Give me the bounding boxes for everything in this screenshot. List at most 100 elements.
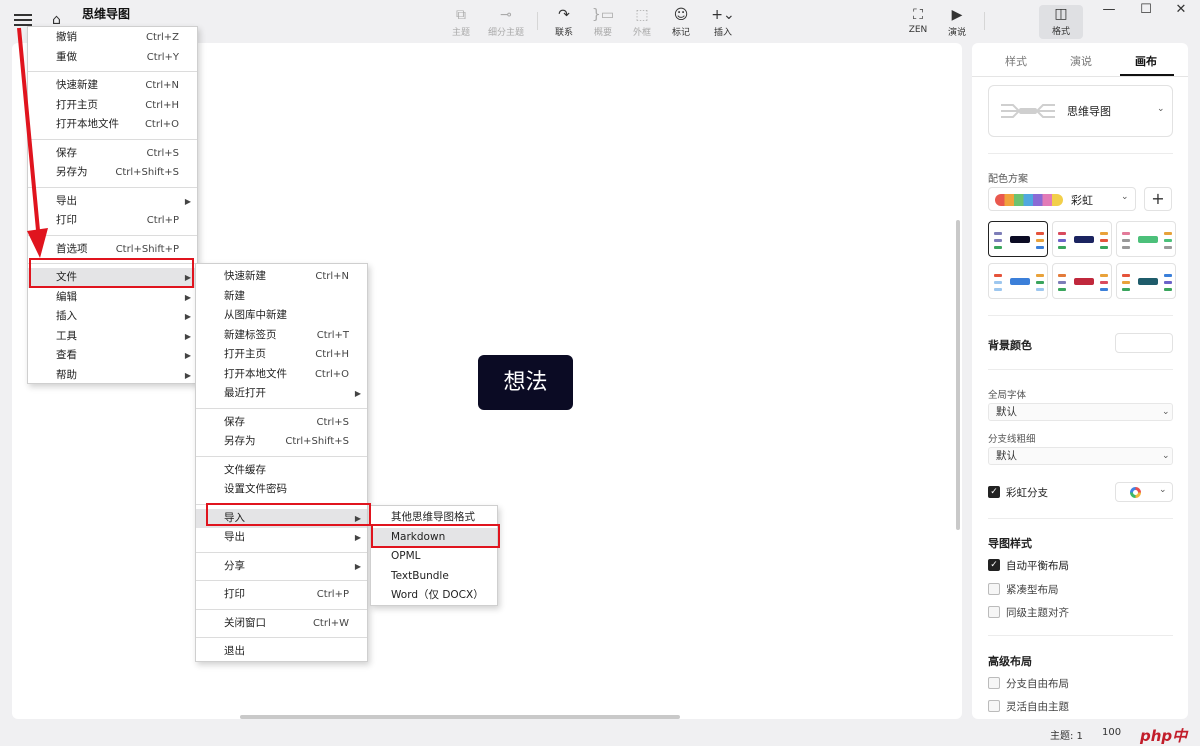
align-topics-checkbox[interactable] <box>988 606 1000 618</box>
menu-item-open-home[interactable]: 打开主页Ctrl+H <box>196 345 367 365</box>
menu-item-save-as[interactable]: 另存为Ctrl+Shift+S <box>28 163 197 183</box>
rainbow-branch-checkbox[interactable]: ✓ <box>988 486 1000 498</box>
menu-item-help[interactable]: 帮助▶ <box>28 366 197 386</box>
central-topic[interactable]: 想法 <box>478 355 573 410</box>
menu-item-save-as[interactable]: 另存为Ctrl+Shift+S <box>196 432 367 452</box>
subtopic-icon: ⊸ <box>484 6 528 24</box>
menu-item-label: 快速新建 <box>224 270 266 282</box>
menu-item-new-tab[interactable]: 新建标签页Ctrl+T <box>196 326 367 346</box>
menu-item-open-home[interactable]: 打开主页Ctrl+H <box>28 96 197 116</box>
menu-item-save[interactable]: 保存Ctrl+S <box>28 144 197 164</box>
fullscreen-icon: ⛶ <box>896 6 940 24</box>
menu-item-open-local[interactable]: 打开本地文件Ctrl+O <box>196 365 367 385</box>
tab-style[interactable]: 样式 <box>986 53 1046 69</box>
theme-swatch[interactable] <box>1116 221 1176 257</box>
menu-item-edit[interactable]: 编辑▶ <box>28 288 197 308</box>
menu-item-import[interactable]: 导入▶ <box>196 509 367 529</box>
menu-item-opml[interactable]: OPML <box>371 547 497 567</box>
free-branch-checkbox[interactable] <box>988 677 1000 689</box>
menu-item-file-password[interactable]: 设置文件密码 <box>196 480 367 500</box>
menu-item-other-formats[interactable]: 其他思维导图格式 <box>371 508 497 528</box>
menu-item-file[interactable]: 文件▶ <box>28 268 197 288</box>
global-font-label: 全局字体 <box>988 387 1026 401</box>
toolbar-summary-button[interactable]: }▭ 概要 <box>581 6 625 38</box>
menu-item-label: 导出 <box>224 531 245 543</box>
menu-item-exit[interactable]: 退出 <box>196 642 367 662</box>
toolbar-subtopic-button[interactable]: ⊸ 细分主题 <box>484 6 528 38</box>
menu-item-word-docx[interactable]: Word（仅 DOCX） <box>371 586 497 606</box>
submenu-arrow-icon: ▶ <box>185 268 191 288</box>
toolbar-format-button[interactable]: ◫ 格式 <box>1039 5 1083 39</box>
add-scheme-button[interactable]: + <box>1144 187 1172 211</box>
minimize-icon[interactable]: — <box>1094 2 1124 17</box>
toolbar-topic-button[interactable]: ⧉ 主题 <box>439 6 483 38</box>
menu-item-textbundle[interactable]: TextBundle <box>371 567 497 587</box>
toolbar-zen-button[interactable]: ⛶ ZEN <box>896 6 940 35</box>
menu-item-markdown[interactable]: Markdown <box>371 528 497 548</box>
compact-layout-checkbox[interactable] <box>988 583 1000 595</box>
menu-item-close-window[interactable]: 关闭窗口Ctrl+W <box>196 614 367 634</box>
toolbar-insert-button[interactable]: +⌄ 插入 <box>701 6 745 38</box>
menu-item-recent[interactable]: 最近打开▶ <box>196 384 367 404</box>
tab-canvas[interactable]: 画布 <box>1116 53 1176 69</box>
menu-item-open-local[interactable]: 打开本地文件Ctrl+O <box>28 115 197 135</box>
color-scheme-value: 彩虹 <box>1071 192 1093 208</box>
menu-item-undo[interactable]: 撤销Ctrl+Z <box>28 28 197 48</box>
menu-item-tools[interactable]: 工具▶ <box>28 327 197 347</box>
flexible-topic-label: 灵活自由主题 <box>1006 699 1069 714</box>
main-menu: 撤销Ctrl+Z 重做Ctrl+Y 快速新建Ctrl+N 打开主页Ctrl+H … <box>27 26 198 384</box>
menu-item-save[interactable]: 保存Ctrl+S <box>196 413 367 433</box>
relation-icon: ↷ <box>542 6 586 24</box>
vertical-scrollbar[interactable] <box>956 220 960 530</box>
insert-icon: +⌄ <box>701 6 745 24</box>
theme-swatch[interactable] <box>1052 263 1112 299</box>
branch-width-select[interactable]: 默认 ⌄ <box>988 447 1173 465</box>
theme-swatch[interactable] <box>988 221 1048 257</box>
global-font-select[interactable]: 默认 ⌄ <box>988 403 1173 421</box>
divider <box>988 153 1173 154</box>
flexible-topic-checkbox[interactable] <box>988 700 1000 712</box>
menu-item-redo[interactable]: 重做Ctrl+Y <box>28 48 197 68</box>
zoom-level[interactable]: 100 <box>1102 727 1121 738</box>
background-color-label: 背景颜色 <box>988 337 1032 353</box>
submenu-arrow-icon: ▶ <box>355 528 361 548</box>
structure-select[interactable]: 思维导图 ⌄ <box>988 85 1173 137</box>
menu-item-share[interactable]: 分享▶ <box>196 557 367 577</box>
menu-item-quick-new[interactable]: 快速新建Ctrl+N <box>28 76 197 96</box>
menu-item-view[interactable]: 查看▶ <box>28 346 197 366</box>
menu-item-export[interactable]: 导出 ▶ <box>196 528 367 548</box>
toolbar-label: ZEN <box>896 25 940 35</box>
toolbar-boundary-button[interactable]: ⬚ 外框 <box>620 6 664 38</box>
rainbow-branch-color-button[interactable]: ⌄ <box>1115 482 1173 502</box>
menu-separator <box>28 139 197 140</box>
menu-item-insert[interactable]: 插入▶ <box>28 307 197 327</box>
menu-item-new[interactable]: 新建 <box>196 287 367 307</box>
maximize-icon[interactable]: ☐ <box>1131 2 1161 17</box>
theme-swatch[interactable] <box>1116 263 1176 299</box>
menu-item-label: 从图库中新建 <box>224 309 287 321</box>
menu-item-file-cache[interactable]: 文件缓存 <box>196 461 367 481</box>
menu-separator <box>196 609 367 610</box>
menu-item-export[interactable]: 导出▶ <box>28 192 197 212</box>
toolbar-label: 格式 <box>1039 24 1083 37</box>
toolbar-marker-button[interactable]: ☺ 标记 <box>659 6 703 38</box>
horizontal-scrollbar[interactable] <box>240 715 680 719</box>
shortcut: Ctrl+O <box>315 365 349 385</box>
menu-item-quick-new[interactable]: 快速新建Ctrl+N <box>196 267 367 287</box>
divider <box>988 635 1173 636</box>
toolbar-relation-button[interactable]: ↷ 联系 <box>542 6 586 38</box>
auto-balance-checkbox[interactable]: ✓ <box>988 559 1000 571</box>
background-color-picker[interactable] <box>1115 333 1173 353</box>
theme-swatch[interactable] <box>988 263 1048 299</box>
color-scheme-select[interactable]: 彩虹 ⌄ <box>988 187 1136 211</box>
menu-item-print[interactable]: 打印Ctrl+P <box>28 211 197 231</box>
free-branch-label: 分支自由布局 <box>1006 676 1069 691</box>
tab-present[interactable]: 演说 <box>1051 53 1111 69</box>
close-icon[interactable]: ✕ <box>1166 2 1196 17</box>
theme-swatch[interactable] <box>1052 221 1112 257</box>
menu-item-new-from-gallery[interactable]: 从图库中新建 <box>196 306 367 326</box>
toolbar-present-button[interactable]: ▶ 演说 <box>935 6 979 38</box>
menu-item-print[interactable]: 打印Ctrl+P <box>196 585 367 605</box>
shortcut: Ctrl+W <box>313 614 349 634</box>
menu-item-preferences[interactable]: 首选项Ctrl+Shift+P <box>28 240 197 260</box>
